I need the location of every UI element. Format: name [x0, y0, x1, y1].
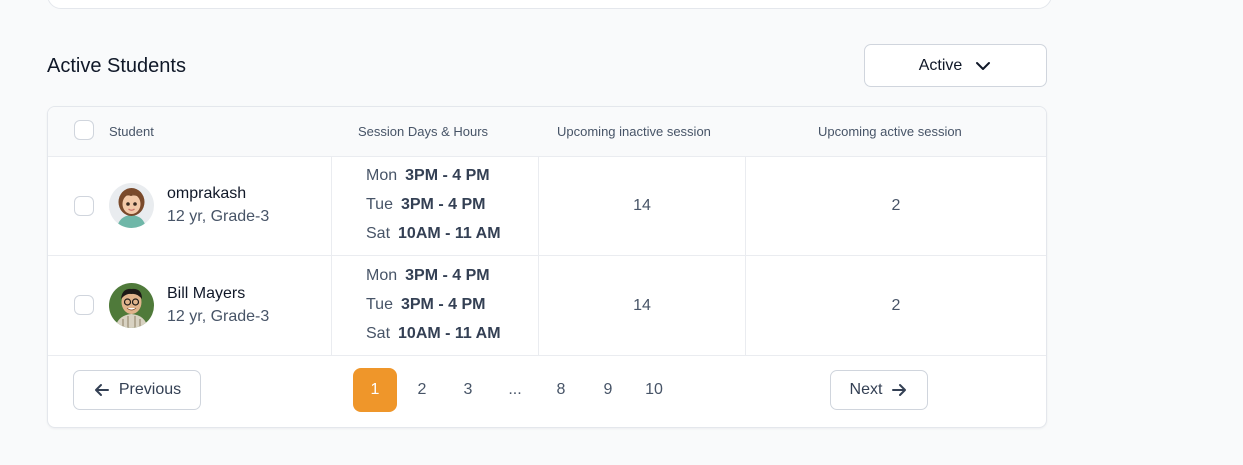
- table-row: omprakash 12 yr, Grade-3 Mon 3PM - 4 PM T…: [48, 156, 1046, 256]
- page-9[interactable]: 9: [586, 368, 630, 412]
- session-line: Tue 3PM - 4 PM: [366, 196, 485, 214]
- student-meta: 12 yr, Grade-3: [167, 308, 270, 325]
- previous-label: Previous: [118, 381, 182, 398]
- divider: [331, 156, 332, 255]
- table-row: Bill Mayers 12 yr, Grade-3 Mon 3PM - 4 PM…: [48, 256, 1046, 356]
- next-button[interactable]: Next: [830, 370, 928, 410]
- previous-card: [47, 0, 1052, 9]
- student-name: Bill Mayers: [167, 285, 246, 302]
- header-inactive: Upcoming inactive session: [557, 124, 711, 139]
- session-line: Tue 3PM - 4 PM: [366, 296, 485, 314]
- active-count: 2: [891, 197, 901, 214]
- arrow-left-icon: [94, 384, 109, 396]
- pagination: Previous 1 2 3 ... 8 9 10 Next: [48, 356, 1046, 427]
- page-10[interactable]: 10: [632, 368, 676, 412]
- session-day: Tue: [366, 196, 393, 213]
- session-time: 10AM - 11 AM: [398, 325, 501, 342]
- page-ellipsis: ...: [508, 381, 522, 398]
- session-day: Mon: [366, 167, 398, 184]
- session-time: 3PM - 4 PM: [400, 296, 486, 313]
- page-1[interactable]: 1: [353, 368, 397, 412]
- table-header: Student Session Days & Hours Upcoming in…: [48, 107, 1046, 157]
- inactive-count: 14: [633, 297, 651, 314]
- header-session: Session Days & Hours: [358, 124, 489, 139]
- session-line: Sat 10AM - 11 AM: [366, 225, 501, 243]
- chevron-down-icon: [976, 61, 991, 70]
- row-checkbox[interactable]: [74, 196, 94, 216]
- previous-button[interactable]: Previous: [73, 370, 201, 410]
- session-day: Sat: [366, 225, 391, 242]
- header-student: Student: [109, 124, 154, 139]
- session-day: Mon: [366, 267, 398, 284]
- row-checkbox[interactable]: [74, 295, 94, 315]
- avatar: [109, 183, 154, 228]
- avatar: [109, 283, 154, 328]
- session-time: 3PM - 4 PM: [400, 196, 486, 213]
- divider: [331, 256, 332, 355]
- inactive-count: 14: [633, 197, 651, 214]
- session-line: Mon 3PM - 4 PM: [366, 167, 490, 185]
- page-8[interactable]: 8: [539, 368, 583, 412]
- student-name: omprakash: [167, 185, 247, 202]
- header-active: Upcoming active session: [818, 124, 962, 139]
- session-time: 3PM - 4 PM: [405, 267, 490, 284]
- page-2[interactable]: 2: [400, 368, 444, 412]
- session-time: 10AM - 11 AM: [398, 225, 501, 242]
- session-line: Sat 10AM - 11 AM: [366, 325, 501, 343]
- session-time: 3PM - 4 PM: [405, 167, 490, 184]
- select-all-checkbox[interactable]: [74, 120, 94, 140]
- session-line: Mon 3PM - 4 PM: [366, 267, 490, 285]
- session-day: Sat: [366, 325, 391, 342]
- page-3[interactable]: 3: [446, 368, 490, 412]
- filter-label: Active: [918, 56, 963, 74]
- active-count: 2: [891, 297, 901, 314]
- students-table: Student Session Days & Hours Upcoming in…: [47, 106, 1047, 428]
- student-meta: 12 yr, Grade-3: [167, 208, 270, 225]
- next-label: Next: [849, 381, 883, 398]
- section-title: Active Students: [47, 55, 186, 77]
- session-day: Tue: [366, 296, 393, 313]
- arrow-right-icon: [892, 384, 907, 396]
- status-filter-dropdown[interactable]: Active: [864, 44, 1047, 87]
